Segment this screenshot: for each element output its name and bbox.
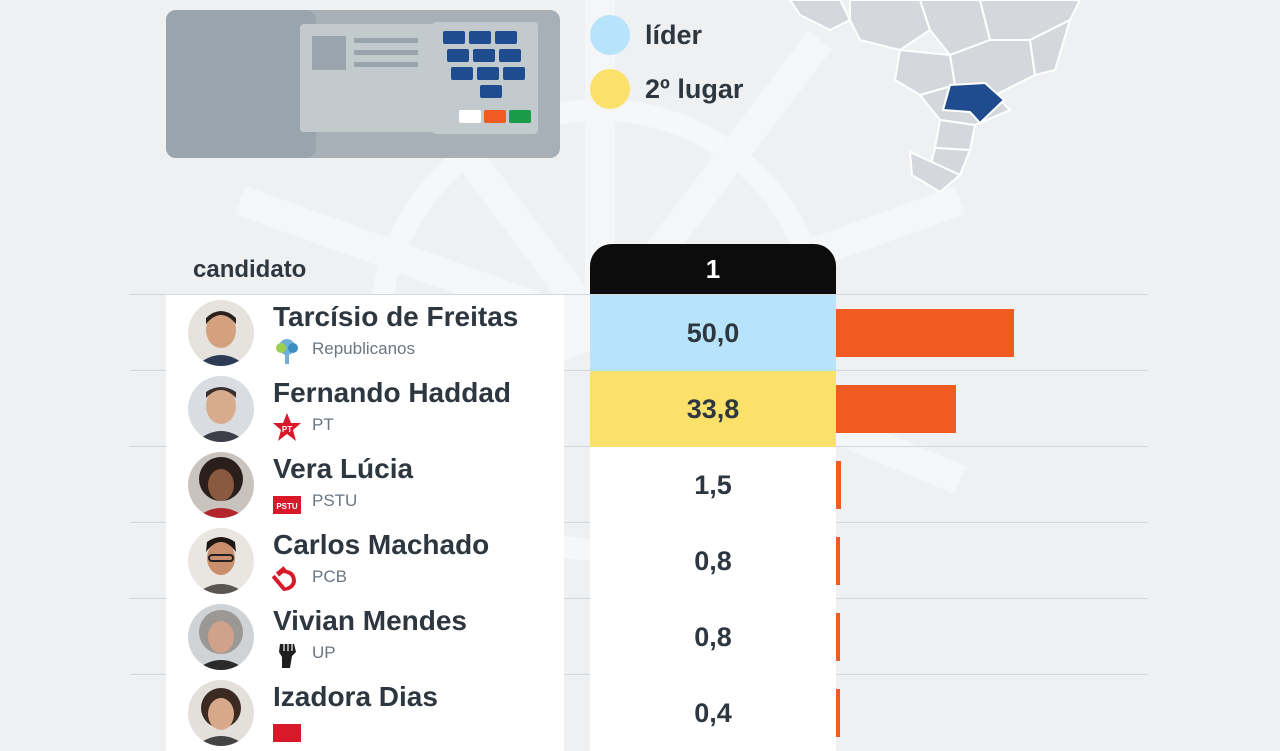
pt-star-icon: PT bbox=[272, 412, 302, 442]
candidate-cell: Vivian Mendes UP bbox=[166, 599, 564, 675]
table-row: Vivian Mendes UP 0,8 bbox=[166, 599, 1148, 675]
vote-percentage: 1,5 bbox=[590, 447, 836, 523]
avatar bbox=[188, 604, 254, 670]
candidate-name: Izadora Dias bbox=[273, 681, 438, 712]
party-name: PT bbox=[312, 415, 334, 434]
svg-text:PSTU: PSTU bbox=[276, 502, 298, 511]
candidate-name: Tarcísio de Freitas bbox=[273, 301, 519, 332]
svg-text:PT: PT bbox=[282, 425, 292, 434]
party-name: UP bbox=[312, 643, 336, 662]
candidate-cell: Tarcísio de Freitas Republicanos bbox=[166, 295, 564, 371]
vote-percentage: 0,4 bbox=[590, 675, 836, 751]
legend-swatch-second bbox=[590, 69, 630, 109]
table-row: Tarcísio de Freitas Republicanos 50,0 bbox=[166, 295, 1148, 371]
legend-label-second: 2º lugar bbox=[645, 73, 744, 104]
candidate-name: Vera Lúcia bbox=[273, 453, 414, 484]
candidate-name: Carlos Machado bbox=[273, 529, 490, 560]
party-name: PSTU bbox=[312, 491, 358, 510]
table-row: Carlos Machado PCB 0,8 bbox=[166, 523, 1148, 599]
party-flag-icon bbox=[272, 716, 302, 746]
table-row: Fernando Haddad PT PT 33,8 bbox=[166, 371, 1148, 447]
candidate-column-header: candidato bbox=[193, 256, 307, 283]
vote-percentage: 50,0 bbox=[590, 295, 836, 371]
candidate-cell: Carlos Machado PCB bbox=[166, 523, 564, 599]
vote-bar bbox=[836, 309, 1014, 357]
avatar bbox=[188, 376, 254, 442]
brazil-map-icon bbox=[788, 0, 1082, 194]
legend-swatch-leader bbox=[590, 15, 630, 55]
avatar bbox=[188, 528, 254, 594]
candidate-name: Vivian Mendes bbox=[273, 605, 468, 636]
vote-bar bbox=[836, 613, 840, 661]
vote-bar bbox=[836, 537, 840, 585]
party-name: PCB bbox=[312, 567, 347, 586]
candidate-cell: Izadora Dias bbox=[166, 675, 564, 751]
avatar bbox=[188, 680, 254, 746]
round-column-header: 1 bbox=[590, 244, 836, 294]
legend: líder 2º lugar bbox=[590, 8, 743, 116]
legend-item-second: 2º lugar bbox=[590, 62, 743, 116]
vote-percentage: 33,8 bbox=[590, 371, 836, 447]
raised-fist-icon bbox=[272, 640, 302, 670]
voting-machine-illustration bbox=[166, 10, 560, 158]
vote-bar bbox=[836, 461, 841, 509]
vote-bar bbox=[836, 385, 956, 433]
candidate-cell: Fernando Haddad PT PT bbox=[166, 371, 564, 447]
candidate-cell: Vera Lúcia PSTU PSTU bbox=[166, 447, 564, 523]
vote-percentage: 0,8 bbox=[590, 599, 836, 675]
hammer-sickle-icon bbox=[272, 564, 302, 594]
legend-item-leader: líder bbox=[590, 8, 743, 62]
republicanos-tree-icon bbox=[272, 336, 302, 366]
pstu-flag-icon: PSTU bbox=[272, 488, 302, 518]
table-row: Izadora Dias 0,4 bbox=[166, 675, 1148, 751]
table-row: Vera Lúcia PSTU PSTU 1,5 bbox=[166, 447, 1148, 523]
legend-label-leader: líder bbox=[645, 19, 703, 50]
party-name: Republicanos bbox=[312, 339, 416, 358]
vote-bar bbox=[836, 689, 840, 737]
avatar bbox=[188, 300, 254, 366]
candidate-name: Fernando Haddad bbox=[273, 377, 512, 408]
vote-percentage: 0,8 bbox=[590, 523, 836, 599]
avatar bbox=[188, 452, 254, 518]
